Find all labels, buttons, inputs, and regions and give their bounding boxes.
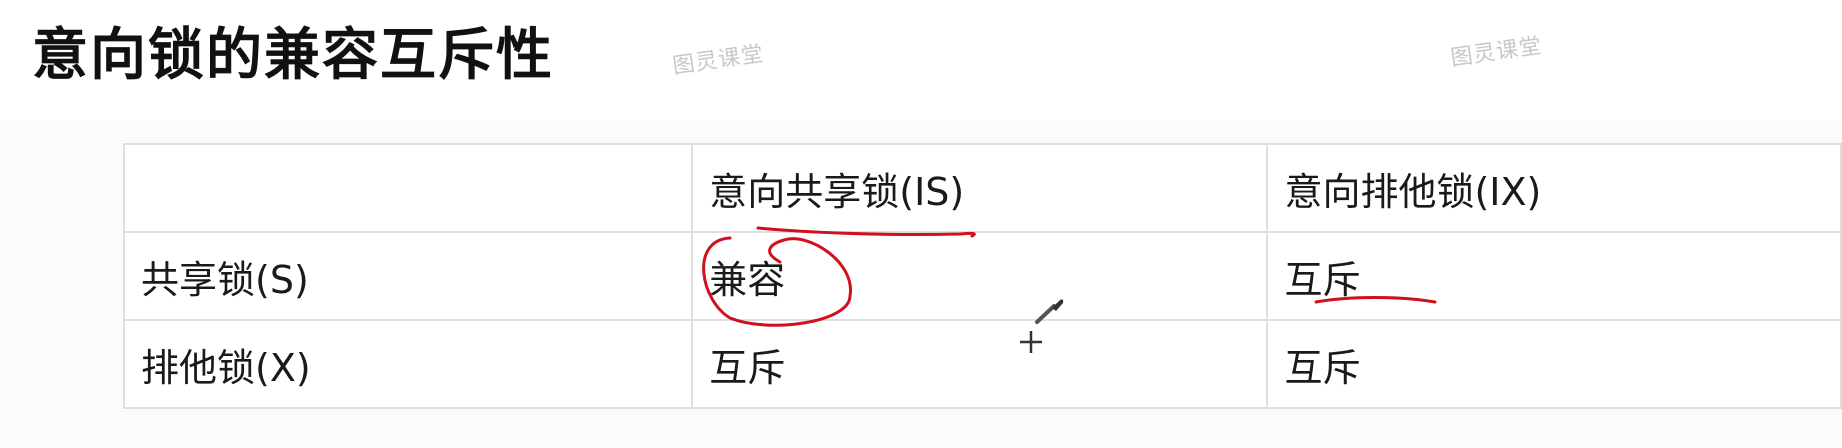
table-row: 共享锁(S) 兼容 互斥 [122, 231, 1842, 321]
row-label-shared-lock: 共享锁(S) [122, 231, 694, 321]
header-cell-intent-shared: 意向共享锁(IS) [691, 143, 1269, 233]
table-header-row: 意向共享锁(IS) 意向排他锁(IX) [122, 143, 1842, 233]
compatibility-table: 意向共享锁(IS) 意向排他锁(IX) 共享锁(S) 兼容 互斥 排他锁(X) … [122, 143, 1842, 409]
table-row: 排他锁(X) 互斥 互斥 [122, 319, 1842, 409]
cell-shared-vs-ix: 互斥 [1266, 231, 1842, 321]
row-label-exclusive-lock: 排他锁(X) [122, 319, 694, 409]
page-title: 意向锁的兼容互斥性 [32, 23, 554, 88]
cell-shared-vs-is: 兼容 [691, 231, 1269, 321]
cell-exclusive-vs-ix: 互斥 [1266, 319, 1842, 409]
header-cell-empty [122, 143, 694, 233]
cell-exclusive-vs-is: 互斥 [691, 319, 1269, 409]
compatibility-table-wrapper: 意向共享锁(IS) 意向排他锁(IX) 共享锁(S) 兼容 互斥 排他锁(X) … [122, 143, 1842, 409]
header-cell-intent-exclusive: 意向排他锁(IX) [1266, 143, 1842, 233]
